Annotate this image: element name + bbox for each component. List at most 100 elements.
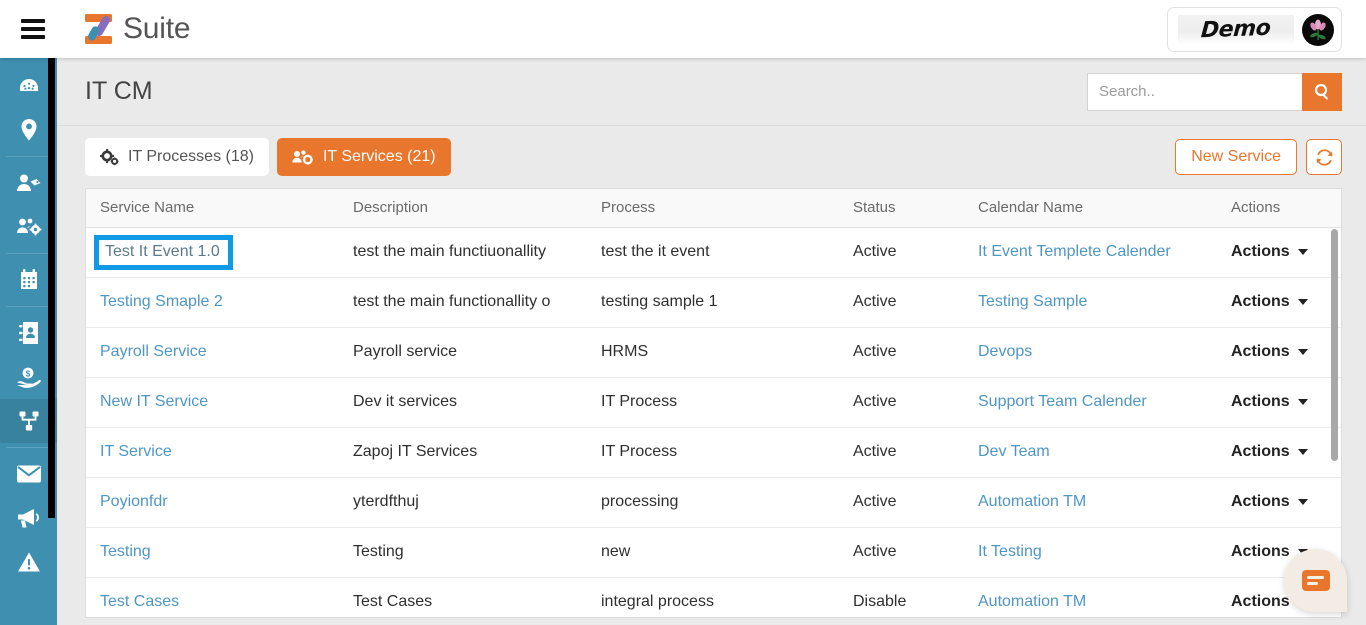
search-bar [1087,72,1342,111]
actions-dropdown-label: Actions [1231,293,1290,310]
service-name-link[interactable]: IT Service [100,443,172,460]
cell-actions: Actions [1217,477,1341,528]
chevron-down-icon [1297,399,1308,405]
cell-status: Active [839,527,964,578]
service-name-link[interactable]: Test Cases [100,593,179,610]
brand[interactable]: Suite [82,12,191,46]
cell-status: Disable [839,577,964,617]
service-name-link[interactable]: Poyionfdr [100,493,168,510]
calendar-name-link[interactable]: Support Team Calender [978,393,1147,410]
cell-status: Active [839,227,964,278]
org-logo-text: Demo [1200,15,1272,44]
calendar-name-link[interactable]: Automation TM [978,593,1086,610]
table-scrollbar[interactable] [1331,229,1338,461]
cell-description: test the main functiuonallity [339,227,587,278]
cell-calendar-name: It Testing [964,527,1217,578]
cell-description: Dev it services [339,377,587,428]
z-logo-icon [82,12,116,46]
cell-process: IT Process [587,377,839,428]
sidebar-item-alerts[interactable] [0,540,57,584]
table-row[interactable]: New IT Service Dev it services IT Process A… [86,377,1341,428]
service-name-link[interactable]: Payroll Service [100,343,207,360]
table-body: Test It Event 1.0 test the main functiuon… [86,227,1341,617]
account-switcher[interactable]: Demo [1167,7,1342,52]
table-row[interactable]: Test Cases Test Cases integral process Disa… [86,577,1341,617]
avatar[interactable] [1302,13,1334,46]
actions-dropdown[interactable]: Actions [1231,443,1341,461]
column-header-status[interactable]: Status [839,189,964,228]
refresh-icon[interactable] [1306,139,1342,175]
cogs-icon [100,148,119,166]
cell-description: yterdfthuj [339,477,587,528]
cell-status: Active [839,427,964,478]
actions-dropdown[interactable]: Actions [1231,343,1341,361]
calendar-name-link[interactable]: Automation TM [978,493,1086,510]
cell-calendar-name: Devops [964,327,1217,378]
table-row[interactable]: Testing Testing new Active It Testing Actions [86,527,1341,578]
services-table: Service Name Description Process Status … [86,189,1341,617]
main-content: IT CM IT Processes (18) IT Services (21) [57,58,1366,625]
chat-bubble-icon [1301,570,1330,591]
actions-dropdown[interactable]: Actions [1231,243,1341,261]
actions-dropdown-label: Actions [1231,343,1290,360]
table-row[interactable]: Payroll Service Payroll service HRMS Active… [86,327,1341,378]
users-cog-icon [292,149,314,166]
table-row[interactable]: Test It Event 1.0 test the main functiuon… [86,227,1341,278]
table-row[interactable]: Testing Smaple 2 test the main functional… [86,277,1341,328]
cell-status: Active [839,377,964,428]
column-header-calendar-name[interactable]: Calendar Name [964,189,1217,228]
service-name-link[interactable]: Testing Smaple 2 [100,293,223,310]
actions-dropdown[interactable]: Actions [1231,293,1341,311]
table-row[interactable]: IT Service Zapoj IT Services IT Process Act… [86,427,1341,478]
cell-process: IT Process [587,427,839,478]
services-table-container: Service Name Description Process Status … [85,188,1342,618]
calendar-name-link[interactable]: Dev Team [978,443,1050,460]
calendar-name-link[interactable]: It Testing [978,543,1042,560]
new-service-button[interactable]: New Service [1175,139,1297,175]
cell-description: Payroll service [339,327,587,378]
search-input[interactable] [1087,72,1302,111]
actions-dropdown[interactable]: Actions [1231,493,1341,511]
actions-dropdown-label: Actions [1231,543,1290,560]
search-button[interactable] [1302,72,1342,111]
chevron-down-icon [1297,449,1308,455]
svg-text:$: $ [25,369,30,378]
tab-it-services[interactable]: IT Services (21) [276,138,451,176]
service-name-link-selected[interactable]: Test It Event 1.0 [94,234,233,270]
service-name-link[interactable]: Testing [100,543,151,560]
chat-widget-button[interactable] [1284,549,1347,612]
tab-it-processes[interactable]: IT Processes (18) [85,138,269,176]
calendar-name-link[interactable]: It Event Templete Calender [978,243,1171,260]
cell-service-name: New IT Service [86,377,339,428]
cell-calendar-name: Dev Team [964,427,1217,478]
toolbar-actions: New Service [1175,139,1342,175]
actions-dropdown-label: Actions [1231,493,1290,510]
cell-service-name: Test Cases [86,577,339,617]
cell-calendar-name: Automation TM [964,577,1217,617]
chevron-down-icon [1297,249,1308,255]
page-header: IT CM [57,58,1366,126]
tab-it-processes-label: IT Processes (18) [128,148,254,165]
calendar-name-link[interactable]: Devops [978,343,1032,360]
column-header-process[interactable]: Process [587,189,839,228]
service-name-link[interactable]: New IT Service [100,393,208,410]
cell-description: test the main functionallity o [339,277,587,328]
actions-dropdown-label: Actions [1231,393,1290,410]
calendar-name-link[interactable]: Testing Sample [978,293,1087,310]
cell-service-name: Payroll Service [86,327,339,378]
sidebar-scrollbar[interactable] [48,58,55,518]
hamburger-icon[interactable] [21,19,45,39]
sidebar-divider [6,156,51,157]
column-header-service-name[interactable]: Service Name [86,189,339,228]
cell-calendar-name: Automation TM [964,477,1217,528]
actions-dropdown[interactable]: Actions [1231,393,1341,411]
chevron-down-icon [1297,499,1308,505]
cell-description: Zapoj IT Services [339,427,587,478]
column-header-description[interactable]: Description [339,189,587,228]
table-row[interactable]: Poyionfdr yterdfthuj processing Active Autom… [86,477,1341,528]
cell-calendar-name: Support Team Calender [964,377,1217,428]
org-logo: Demo [1178,14,1294,45]
cell-actions: Actions [1217,327,1341,378]
cell-process: HRMS [587,327,839,378]
sidebar-divider [6,306,51,307]
